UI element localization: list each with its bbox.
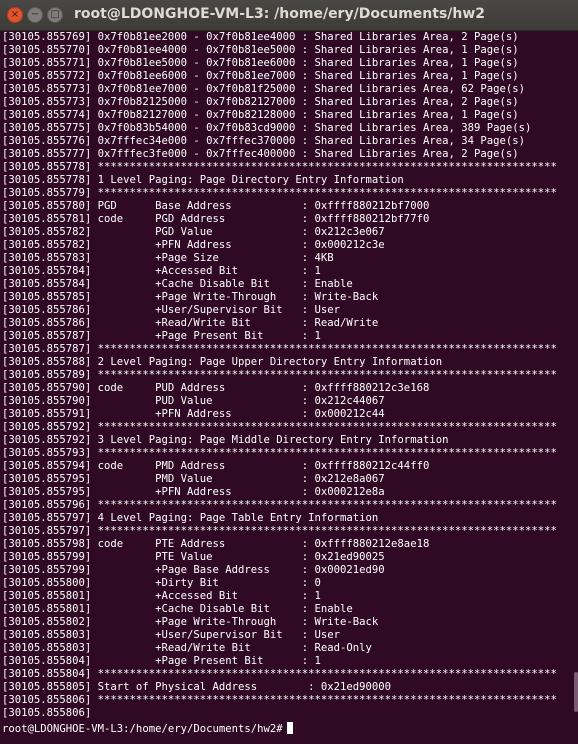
- terminal-line: [30105.855801] +Cache Disable Bit : Enab…: [2, 603, 353, 615]
- minimize-icon: −: [30, 9, 40, 20]
- shell-prompt: root@LDONGHOE-VM-L3:/home/ery/Documents/…: [2, 723, 283, 735]
- terminal-line: [30105.855784] +Cache Disable Bit : Enab…: [2, 278, 353, 290]
- terminal-line: [30105.855806]: [2, 707, 92, 719]
- terminal-line: [30105.855780] PGD Base Address : 0xffff…: [2, 200, 430, 212]
- terminal-line: [30105.855794] code PMD Address : 0xffff…: [2, 460, 430, 472]
- terminal-line: [30105.855771] 0x7f0b81ee5000 - 0x7f0b81…: [2, 57, 519, 69]
- terminal-line: [30105.855806] *************************…: [2, 694, 557, 706]
- terminal-line: [30105.855791] +PFN Address : 0x000212c4…: [2, 408, 385, 420]
- terminal-window: × − □ root@LDONGHOE-VM-L3: /home/ery/Doc…: [0, 0, 578, 744]
- terminal-line: [30105.855792] *************************…: [2, 421, 557, 433]
- terminal-line: [30105.855804] +Page Present Bit : 1: [2, 655, 321, 667]
- terminal-line: [30105.855803] +Read/Write Bit : Read-On…: [2, 642, 372, 654]
- terminal-line: [30105.855781] code PGD Address : 0xffff…: [2, 213, 430, 225]
- terminal-line: [30105.855773] 0x7f0b81ee7000 - 0x7f0b81…: [2, 83, 525, 95]
- terminal-line: [30105.855774] 0x7f0b82127000 - 0x7f0b82…: [2, 109, 519, 121]
- terminal-line: [30105.855788] 2 Level Paging: Page Uppe…: [2, 356, 443, 368]
- maximize-icon: □: [50, 9, 60, 20]
- terminal-line: [30105.855786] +User/Supervisor Bit : Us…: [2, 304, 341, 316]
- terminal-line: [30105.855776] 0x7fffec34e000 - 0x7fffec…: [2, 135, 525, 147]
- terminal-line: [30105.855802] +Page Write-Through : Wri…: [2, 616, 379, 628]
- terminal-line: [30105.855783] +Page Size : 4KB: [2, 252, 334, 264]
- terminal-line: [30105.855782] PGD Value : 0x212c3e067: [2, 226, 385, 238]
- terminal-line: [30105.855798] code PTE Address : 0xffff…: [2, 538, 430, 550]
- terminal-line: [30105.855801] +Accessed Bit : 1: [2, 590, 321, 602]
- terminal-line: [30105.855770] 0x7f0b81ee4000 - 0x7f0b81…: [2, 44, 519, 56]
- terminal-line: [30105.855773] 0x7f0b82125000 - 0x7f0b82…: [2, 96, 519, 108]
- terminal-line: [30105.855803] +User/Supervisor Bit : Us…: [2, 629, 341, 641]
- terminal-line: [30105.855775] 0x7f0b83b54000 - 0x7f0b83…: [2, 122, 532, 134]
- text-cursor: [286, 722, 293, 734]
- terminal-line: [30105.855787] +Page Present Bit : 1: [2, 330, 321, 342]
- terminal-line: [30105.855790] code PUD Address : 0xffff…: [2, 382, 430, 394]
- terminal-line: [30105.855785] +Page Write-Through : Wri…: [2, 291, 379, 303]
- terminal-line: [30105.855784] +Accessed Bit : 1: [2, 265, 321, 277]
- terminal-line: [30105.855782] +PFN Address : 0x000212c3…: [2, 239, 385, 251]
- scrollbar[interactable]: [574, 672, 578, 712]
- terminal-line: [30105.855805] Start of Physical Address…: [2, 681, 392, 693]
- terminal-line: [30105.855787] *************************…: [2, 343, 557, 355]
- terminal-line: [30105.855799] PTE Value : 0x21ed90025: [2, 551, 385, 563]
- terminal-line: [30105.855797] *************************…: [2, 525, 557, 537]
- close-button[interactable]: ×: [7, 7, 23, 23]
- terminal-line: [30105.855778] *************************…: [2, 161, 557, 173]
- prompt-line[interactable]: root@LDONGHOE-VM-L3:/home/ery/Documents/…: [0, 722, 574, 736]
- terminal-line: [30105.855797] 4 Level Paging: Page Tabl…: [2, 512, 379, 524]
- terminal-line: [30105.855786] +Read/Write Bit : Read/Wr…: [2, 317, 379, 329]
- terminal-line: [30105.855769] 0x7f0b81ee2000 - 0x7f0b81…: [2, 31, 519, 43]
- terminal-line: [30105.855772] 0x7f0b81ee6000 - 0x7f0b81…: [2, 70, 519, 82]
- terminal-line: [30105.855789] *************************…: [2, 369, 557, 381]
- terminal-line: [30105.855790] PUD Value : 0x212c44067: [2, 395, 385, 407]
- terminal-line: [30105.855795] PMD Value : 0x212e8a067: [2, 473, 385, 485]
- close-icon: ×: [10, 9, 20, 20]
- minimize-button[interactable]: −: [27, 7, 43, 23]
- terminal-line: [30105.855800] +Dirty Bit : 0: [2, 577, 321, 589]
- terminal-line: [30105.855795] +PFN Address : 0x000212e8…: [2, 486, 385, 498]
- maximize-button[interactable]: □: [47, 7, 63, 23]
- terminal-line: [30105.855777] 0x7fffec3fe000 - 0x7fffec…: [2, 148, 519, 160]
- window-title: root@LDONGHOE-VM-L3: /home/ery/Documents…: [74, 6, 486, 22]
- title-bar[interactable]: × − □ root@LDONGHOE-VM-L3: /home/ery/Doc…: [0, 0, 578, 31]
- terminal-line: [30105.855793] *************************…: [2, 447, 557, 459]
- terminal-area[interactable]: [30105.855769] 0x7f0b81ee2000 - 0x7f0b81…: [0, 30, 574, 744]
- terminal-line: [30105.855779] *************************…: [2, 187, 557, 199]
- terminal-line: [30105.855804] *************************…: [2, 668, 557, 680]
- terminal-line: [30105.855796] *************************…: [2, 499, 557, 511]
- terminal-output: [30105.855769] 0x7f0b81ee2000 - 0x7f0b81…: [0, 30, 574, 720]
- terminal-line: [30105.855799] +Page Base Address : 0x00…: [2, 564, 385, 576]
- terminal-line: [30105.855792] 3 Level Paging: Page Midd…: [2, 434, 449, 446]
- terminal-line: [30105.855778] 1 Level Paging: Page Dire…: [2, 174, 404, 186]
